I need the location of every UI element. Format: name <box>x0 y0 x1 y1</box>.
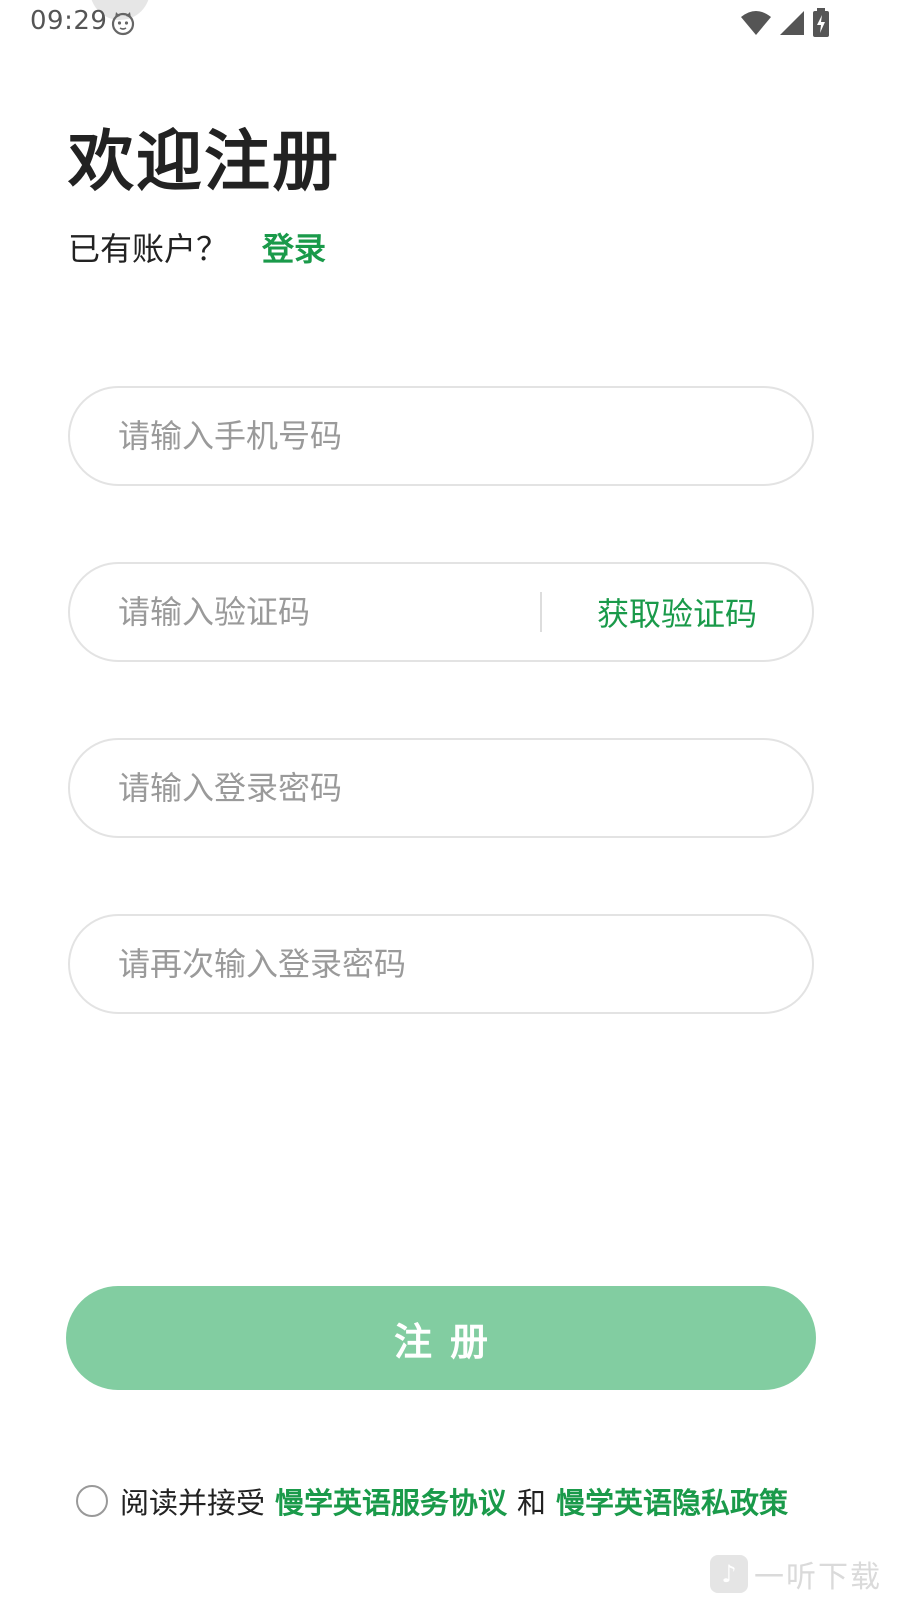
status-bar: 09:29 <box>0 0 900 48</box>
phone-field <box>68 386 814 486</box>
agreement-and: 和 <box>517 1486 547 1520</box>
status-time: 09:29 <box>30 6 108 36</box>
code-field: 获取验证码 <box>68 562 814 662</box>
watermark-logo-icon: ♪ <box>710 1555 748 1593</box>
battery-charging-icon <box>813 8 829 37</box>
password-input[interactable] <box>116 768 812 808</box>
login-link[interactable]: 登录 <box>262 224 326 270</box>
agreement-prefix: 阅读并接受 <box>120 1486 266 1520</box>
watermark: ♪ 一听下载 <box>710 1552 882 1596</box>
agreement-radio[interactable] <box>76 1485 108 1517</box>
code-input[interactable] <box>116 592 540 632</box>
cat-notification-icon <box>111 12 135 36</box>
status-icons <box>740 8 830 38</box>
agreement-row: 阅读并接受 慢学英语服务协议 和 慢学英语隐私政策 <box>76 1480 788 1522</box>
page-title: 欢迎注册 <box>68 123 340 200</box>
register-button[interactable]: 注册 <box>66 1286 816 1390</box>
confirm-password-field <box>68 914 814 1014</box>
watermark-text: 一听下载 <box>754 1560 882 1595</box>
phone-input[interactable] <box>116 416 812 456</box>
password-field <box>68 738 814 838</box>
signal-icon <box>780 11 804 35</box>
service-agreement-link[interactable]: 慢学英语服务协议 <box>275 1480 507 1522</box>
privacy-policy-link[interactable]: 慢学英语隐私政策 <box>556 1480 788 1522</box>
register-page: 09:29 欢迎注册 已有账户？ 登录 请输入手机号码 请输入验证码 获取验证码… <box>0 0 900 1600</box>
account-row: 已有账户？ 登录 <box>68 224 326 270</box>
account-prompt: 已有账户？ <box>68 230 229 268</box>
wifi-icon <box>741 11 771 35</box>
get-code-button[interactable]: 获取验证码 <box>542 589 812 635</box>
confirm-password-input[interactable] <box>116 944 812 984</box>
